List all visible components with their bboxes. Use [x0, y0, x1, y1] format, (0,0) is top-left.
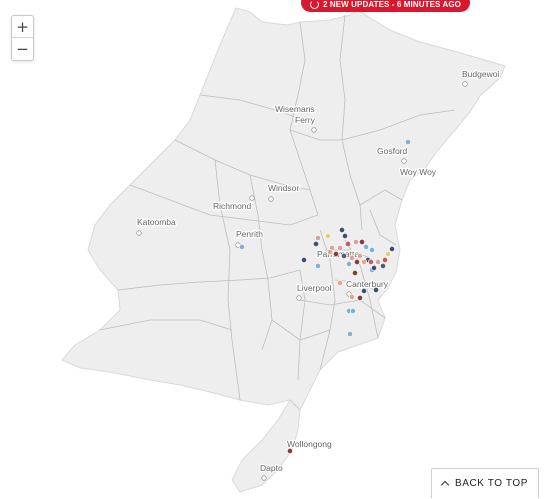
incident-marker[interactable] — [370, 264, 378, 272]
incident-marker[interactable] — [404, 138, 412, 146]
incident-marker[interactable] — [286, 447, 294, 455]
incident-marker[interactable] — [341, 232, 349, 240]
incident-marker[interactable] — [368, 246, 376, 254]
incident-marker[interactable] — [312, 240, 320, 248]
incident-marker[interactable] — [314, 234, 322, 242]
back-to-top-button[interactable]: BACK TO TOP — [431, 468, 539, 498]
incident-marker[interactable] — [356, 294, 364, 302]
place-label-budgewoi: Budgewoi — [462, 69, 499, 79]
incident-marker[interactable] — [346, 330, 354, 338]
place-dot-richmond — [249, 195, 255, 201]
incident-marker[interactable] — [326, 248, 334, 256]
incident-marker[interactable] — [351, 269, 359, 277]
place-label-penrith: Penrith — [236, 229, 263, 239]
incident-marker[interactable] — [338, 226, 346, 234]
place-dot-wisemans — [311, 127, 317, 133]
incident-marker[interactable] — [300, 256, 308, 264]
place-label-woyway: Woy Woy — [400, 167, 437, 177]
incident-marker[interactable] — [353, 258, 361, 266]
zoom-out-button[interactable]: − — [12, 38, 33, 60]
place-dot-liverpool — [296, 295, 302, 301]
sydney-region-map[interactable]: BudgewoiWisemans FerryGosfordWoy WoyWinds… — [0, 0, 546, 499]
incident-marker[interactable] — [345, 260, 353, 268]
back-to-top-label: BACK TO TOP — [454, 478, 529, 489]
incident-marker[interactable] — [358, 238, 366, 246]
place-label-wollongong: Wollongong — [287, 439, 332, 449]
incident-marker[interactable] — [332, 250, 340, 258]
place-dot-katoomba — [136, 230, 142, 236]
region-landmass — [61, 7, 506, 493]
incident-marker[interactable] — [336, 244, 344, 252]
place-label-richmond: Richmond — [213, 201, 252, 211]
incident-marker[interactable] — [372, 286, 380, 294]
place-label-gosford: Gosford — [377, 146, 408, 156]
incident-marker[interactable] — [360, 258, 368, 266]
zoom-in-button[interactable]: + — [12, 16, 33, 38]
place-dot-gosford — [401, 158, 407, 164]
place-dot-dapto — [261, 475, 267, 481]
incident-marker[interactable] — [348, 254, 356, 262]
incident-marker[interactable] — [349, 307, 357, 315]
incident-marker[interactable] — [381, 256, 389, 264]
incident-marker[interactable] — [344, 240, 352, 248]
place-dot-windsor — [268, 196, 274, 202]
incident-marker[interactable] — [356, 252, 364, 260]
incident-marker[interactable] — [324, 232, 332, 240]
incident-marker[interactable] — [352, 238, 360, 246]
place-label-dapto: Dapto — [260, 463, 283, 473]
incident-marker[interactable] — [360, 287, 368, 295]
incident-marker[interactable] — [367, 258, 375, 266]
incident-marker[interactable] — [374, 258, 382, 266]
incident-marker[interactable] — [340, 252, 348, 260]
incident-marker[interactable] — [238, 243, 246, 251]
incident-marker[interactable] — [379, 262, 387, 270]
chevron-up-icon — [440, 480, 450, 490]
incident-marker[interactable] — [348, 293, 356, 301]
incident-marker[interactable] — [362, 243, 370, 251]
place-dot-budgewoi — [462, 81, 468, 87]
incident-marker[interactable] — [388, 245, 396, 253]
updates-banner-text: 2 NEW UPDATES - 6 MINUTES AGO — [322, 0, 462, 9]
incident-marker[interactable] — [384, 250, 392, 258]
refresh-icon — [309, 0, 319, 9]
place-label-windsor: Windsor — [268, 183, 299, 193]
updates-banner[interactable]: 2 NEW UPDATES - 6 MINUTES AGO — [301, 0, 470, 12]
incident-marker[interactable] — [314, 262, 322, 270]
place-label-liverpool: Liverpool — [297, 283, 332, 293]
place-label-katoomba: Katoomba — [137, 217, 176, 227]
zoom-control: + − — [11, 15, 34, 61]
incident-marker[interactable] — [336, 279, 344, 287]
place-label-canterbury: Canterbury — [346, 279, 389, 289]
